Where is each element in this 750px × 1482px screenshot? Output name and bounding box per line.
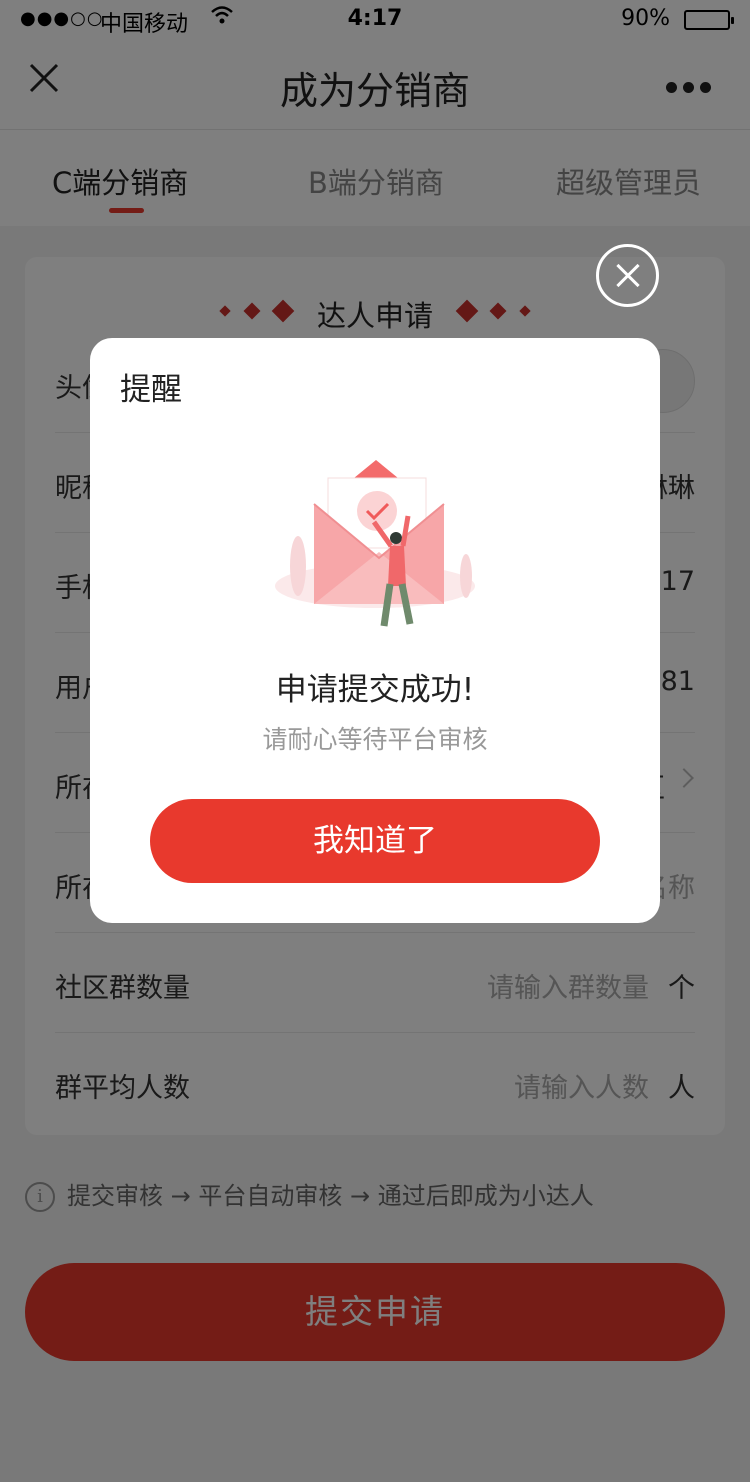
dialog-subtext: 请耐心等待平台审核 <box>262 725 488 754</box>
dialog-title: 提醒 <box>120 372 182 408</box>
modal-close-icon[interactable] <box>596 244 659 307</box>
success-dialog: 提醒 申请提交成功! 请耐心等待平台审核 我知道了 <box>90 338 660 923</box>
envelope-success-illustration <box>270 456 480 646</box>
dialog-heading: 申请提交成功! <box>275 672 475 708</box>
acknowledge-button[interactable]: 我知道了 <box>150 799 600 883</box>
